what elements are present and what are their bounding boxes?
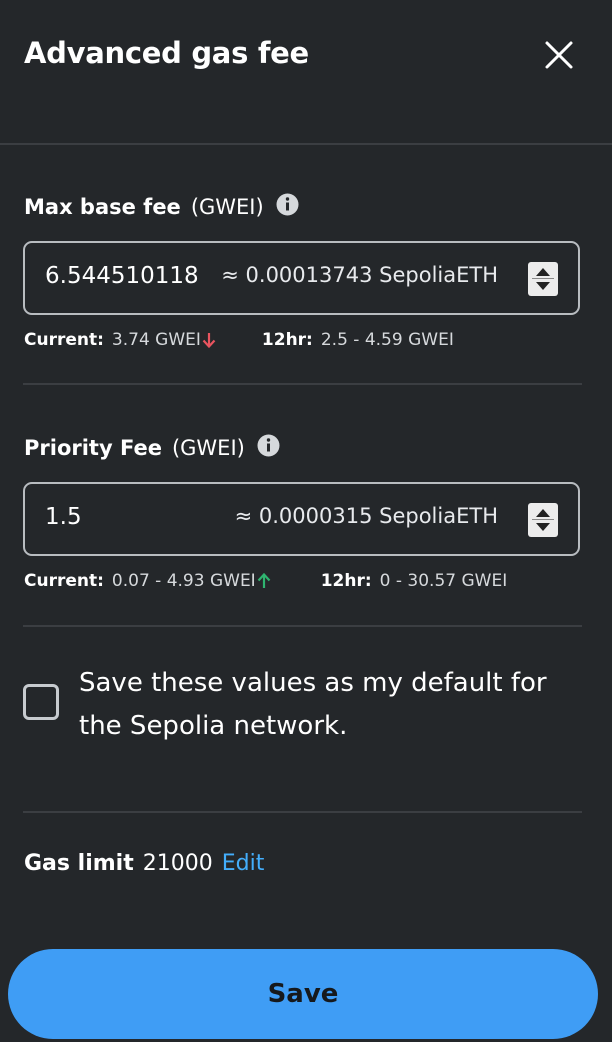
priority-fee-conversion: ≈ 0.0000315 SepoliaETH [234,504,498,528]
stepper-up-icon[interactable] [536,509,550,517]
stepper-down-icon[interactable] [536,523,550,531]
page-title: Advanced gas fee [24,36,309,70]
save-default-label[interactable]: Save these values as my default for the … [79,662,559,748]
gas-limit-edit-link[interactable]: Edit [222,851,265,876]
max-base-fee-stepper[interactable] [528,262,558,296]
priority-fee-stats: Current: 0.07 - 4.93 GWEI 12hr: 0 - 30.5… [24,571,508,591]
arrow-down-icon [202,331,216,349]
priority-fee-stepper[interactable] [528,503,558,537]
max-base-fee-stats: Current: 3.74 GWEI 12hr: 2.5 - 4.59 GWEI [24,330,454,350]
max-base-fee-range: 2.5 - 4.59 GWEI [320,330,454,350]
divider [23,811,582,813]
arrow-up-icon [257,572,271,590]
gas-limit-value: 21000 [142,851,213,876]
close-button[interactable] [540,36,578,74]
priority-fee-range: 0 - 30.57 GWEI [379,571,508,591]
priority-fee-current: 0.07 - 4.93 GWEI [111,571,256,591]
save-button[interactable]: Save [8,949,598,1039]
gas-limit-row: Gas limit 21000 Edit [24,851,265,876]
max-base-fee-label: Max base fee (GWEI) [24,193,299,219]
info-icon[interactable] [257,434,280,457]
max-base-fee-input[interactable] [45,263,205,289]
priority-fee-label: Priority Fee (GWEI) [24,434,280,460]
info-icon[interactable] [276,193,299,216]
divider [23,383,582,385]
stepper-up-icon[interactable] [536,268,550,276]
max-base-fee-conversion: ≈ 0.00013743 SepoliaETH [221,263,498,287]
max-base-fee-field[interactable]: ≈ 0.00013743 SepoliaETH [23,241,580,315]
save-default-checkbox[interactable] [23,684,59,720]
max-base-fee-current: 3.74 GWEI [111,330,201,350]
close-icon [545,41,573,69]
divider [23,625,582,627]
stepper-down-icon[interactable] [536,282,550,290]
priority-fee-field[interactable]: ≈ 0.0000315 SepoliaETH [23,482,580,556]
modal-header: Advanced gas fee [0,0,612,145]
priority-fee-input[interactable] [45,504,205,530]
